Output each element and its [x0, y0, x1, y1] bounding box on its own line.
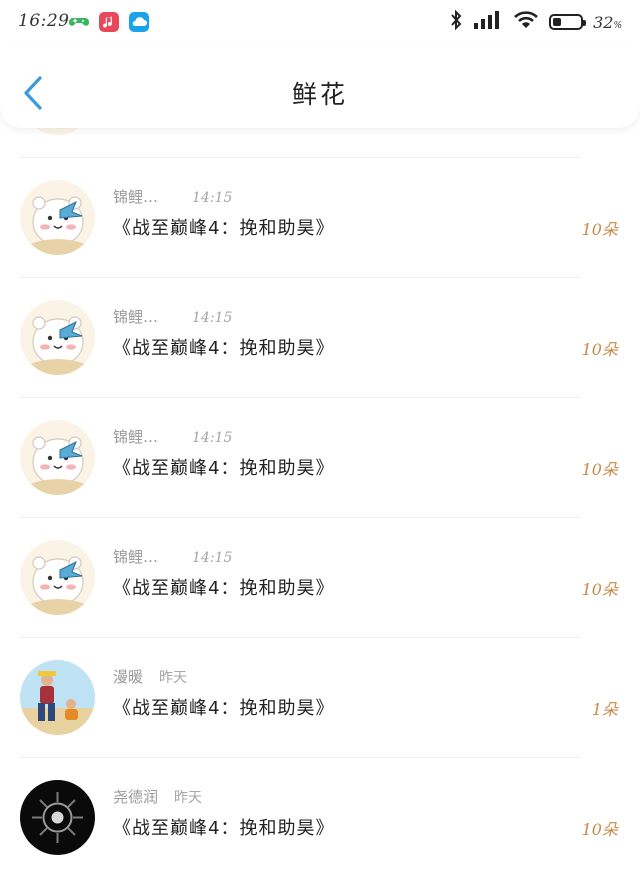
hamster-avatar[interactable] [20, 540, 95, 615]
wifi-icon [513, 10, 539, 34]
photo-avatar[interactable] [20, 660, 95, 735]
list-item[interactable]: 尧德润 昨天 《战至巅峰4：挽和助昊》 10朵 [0, 758, 640, 878]
cloud-app-icon [129, 12, 149, 32]
list-item[interactable]: 漫暖 昨天 《战至巅峰4：挽和助昊》 1朵 [0, 638, 640, 758]
game-controller-icon [68, 12, 90, 32]
list-item[interactable]: 锦鲤… 14:15 《战至巅峰4：挽和助昊》 10朵 [0, 518, 640, 638]
gift-work-title: 《战至巅峰4：挽和助昊》 [113, 458, 335, 479]
sender-name: 锦鲤… [113, 308, 159, 326]
status-bar: 16:29 32% [0, 0, 640, 44]
sender-line: 漫暖 昨天 [113, 666, 187, 687]
gift-work-title: 《战至巅峰4：挽和助昊》 [113, 698, 335, 719]
flower-count: 1朵 [591, 700, 618, 719]
sent-time: 昨天 [174, 790, 203, 806]
gift-work-title: 《战至巅峰4：挽和助昊》 [113, 578, 335, 599]
nav-header: 鲜花 [0, 44, 640, 128]
gift-work-title: 《战至巅峰4：挽和助昊》 [113, 818, 335, 839]
battery-icon [549, 14, 587, 30]
sent-time: 14:15 [192, 430, 233, 446]
hamster-avatar[interactable] [20, 420, 95, 495]
sender-name: 锦鲤… [113, 548, 159, 566]
sender-line: 尧德润 昨天 [113, 786, 202, 807]
sender-name: 锦鲤… [113, 188, 159, 206]
sender-name: 尧德润 [113, 788, 159, 806]
sent-time: 14:15 [192, 550, 233, 566]
battery-level-fill [553, 18, 562, 26]
list-item[interactable]: 锦鲤… 14:15 《战至巅峰4：挽和助昊》 10朵 [0, 158, 640, 278]
status-time: 16:29 [18, 11, 70, 31]
hamster-avatar[interactable] [20, 180, 95, 255]
flower-count: 10朵 [581, 220, 618, 239]
list-item[interactable]: 锦鲤… 14:15 《战至巅峰4：挽和助昊》 10朵 [0, 398, 640, 518]
sender-line: 锦鲤… 14:15 [113, 426, 232, 447]
hamster-avatar[interactable] [20, 300, 95, 375]
flower-count: 10朵 [581, 580, 618, 599]
page-title: 鲜花 [291, 80, 348, 109]
sent-time: 14:15 [192, 190, 233, 206]
flower-list: 锦鲤… 14:15 《战至巅峰4：挽和助昊》 10朵 锦鲤… 14:15 《战至巅峰… [0, 60, 640, 878]
gift-work-title: 《战至巅峰4：挽和助昊》 [113, 338, 335, 359]
sent-time: 昨天 [159, 670, 188, 686]
list-item[interactable]: 锦鲤… 14:15 《战至巅峰4：挽和助昊》 10朵 [0, 278, 640, 398]
sender-line: 锦鲤… 14:15 [113, 186, 232, 207]
flower-count: 10朵 [581, 340, 618, 359]
sender-line: 锦鲤… 14:15 [113, 546, 232, 567]
sender-name: 漫暖 [113, 668, 144, 686]
sender-line: 锦鲤… 14:15 [113, 306, 232, 327]
dark-avatar[interactable] [20, 780, 95, 855]
signal-icon [473, 10, 503, 34]
flower-count: 10朵 [581, 460, 618, 479]
bluetooth-icon [449, 9, 463, 35]
sender-name: 锦鲤… [113, 428, 159, 446]
battery-percent: 32% [593, 12, 622, 32]
sent-time: 14:15 [192, 310, 233, 326]
flower-count: 10朵 [581, 820, 618, 839]
gift-work-title: 《战至巅峰4：挽和助昊》 [113, 218, 335, 239]
music-app-icon [99, 12, 119, 32]
